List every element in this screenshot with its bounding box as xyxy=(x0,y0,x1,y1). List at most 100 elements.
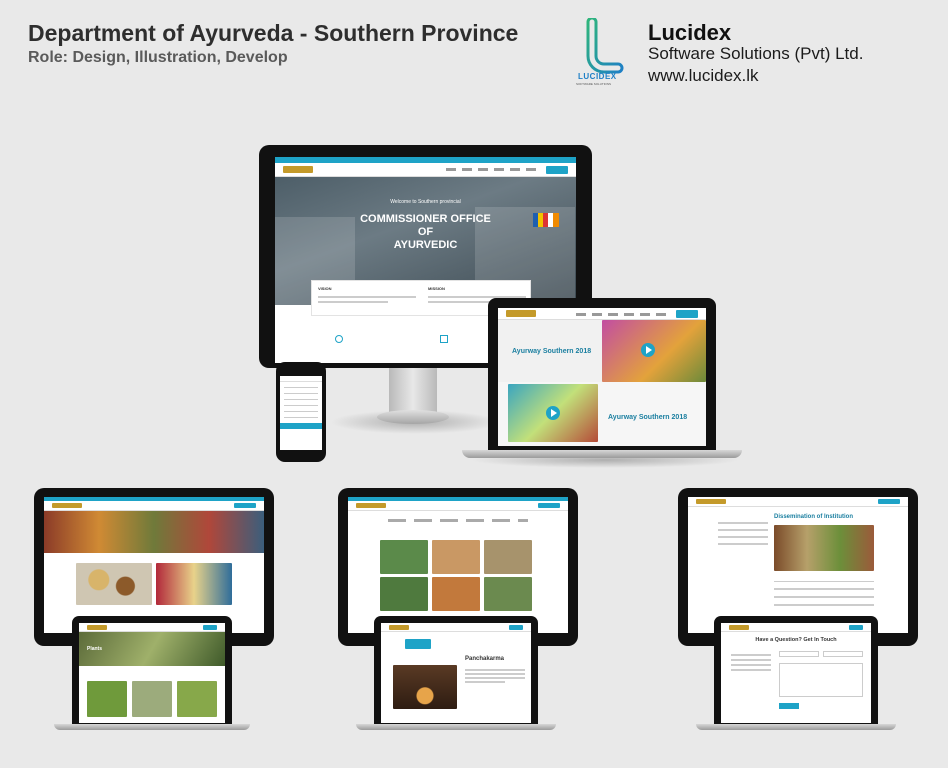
phone-menu-item[interactable] xyxy=(284,393,318,394)
play-icon[interactable] xyxy=(641,343,655,357)
panchakarma-text xyxy=(465,667,525,685)
monitor-left-screen xyxy=(44,497,264,633)
event-image[interactable] xyxy=(156,563,232,605)
plant-image-3[interactable] xyxy=(177,681,217,717)
site-logo[interactable] xyxy=(729,625,749,630)
logo-text: LUCIDEX xyxy=(578,72,617,81)
mission-title: MISSION xyxy=(428,286,445,291)
phone-menu-item[interactable] xyxy=(284,387,318,388)
phone-device xyxy=(276,362,326,462)
site-navbar xyxy=(348,501,568,511)
hero-welcome: Welcome to Southern provincial xyxy=(390,199,461,205)
lucidex-logo-icon xyxy=(586,16,624,74)
play-icon[interactable] xyxy=(546,406,560,420)
news-title-2[interactable]: Ayurway Southern 2018 xyxy=(608,414,687,421)
gallery-filter-tabs[interactable] xyxy=(388,519,528,522)
name-field[interactable] xyxy=(779,651,819,657)
hero-line-1: COMMISSIONER OFFICE xyxy=(360,213,491,225)
gallery-photo[interactable] xyxy=(380,577,428,611)
phone-menu-active[interactable] xyxy=(280,423,322,429)
hero-line-2: OF xyxy=(417,226,434,238)
contact-button[interactable] xyxy=(546,166,568,174)
macbook-main-screen: Ayurway Southern 2018 Ayurway Southern 2… xyxy=(498,308,706,446)
news-title-1[interactable]: Ayurway Southern 2018 xyxy=(512,348,591,355)
contact-button[interactable] xyxy=(538,503,560,508)
news-row-2: Ayurway Southern 2018 xyxy=(498,382,706,446)
contact-button[interactable] xyxy=(849,625,863,630)
vision-title: VISION xyxy=(318,286,332,291)
contact-button[interactable] xyxy=(203,625,217,630)
brand-url: www.lucidex.lk xyxy=(648,66,759,85)
site-navbar xyxy=(44,501,264,511)
phone-menu-item[interactable] xyxy=(284,405,318,406)
site-logo[interactable] xyxy=(87,625,107,630)
site-logo[interactable] xyxy=(696,499,726,504)
phone-menu-item[interactable] xyxy=(284,411,318,412)
laptop-middle-base xyxy=(356,724,556,730)
nav-links[interactable] xyxy=(446,168,536,171)
service-icon-1 xyxy=(335,335,343,343)
nav-links[interactable] xyxy=(576,313,666,316)
site-navbar xyxy=(688,497,908,507)
laptop-left-screen: Plants xyxy=(79,623,225,723)
phone-menu-item[interactable] xyxy=(284,399,318,400)
service-icon-2 xyxy=(440,335,448,343)
contact-details xyxy=(731,651,771,674)
news-row-1: Ayurway Southern 2018 xyxy=(498,320,706,382)
macbook-main-base xyxy=(462,450,742,458)
site-logo[interactable] xyxy=(389,625,409,630)
panchakarma-heading: Panchakarma xyxy=(465,656,505,662)
site-navbar xyxy=(721,623,871,632)
treatment-tab-active[interactable] xyxy=(405,639,431,649)
site-logo[interactable] xyxy=(356,503,386,508)
laptop-right-screen: Have a Question? Get In Touch xyxy=(721,623,871,723)
site-logo[interactable] xyxy=(52,503,82,508)
plants-label: Plants xyxy=(87,646,103,652)
page-title: Department of Ayurveda - Southern Provin… xyxy=(28,20,519,46)
contact-button[interactable] xyxy=(676,310,698,318)
site-logo[interactable] xyxy=(506,310,536,317)
send-button[interactable] xyxy=(779,703,799,709)
email-field[interactable] xyxy=(823,651,863,657)
contact-button[interactable] xyxy=(234,503,256,508)
vision-text xyxy=(312,293,422,306)
imac-foot xyxy=(377,410,449,424)
contact-heading: Have a Question? Get In Touch xyxy=(755,637,837,643)
laptop-left-base xyxy=(54,724,250,730)
phone-header xyxy=(280,376,322,382)
institution-collage[interactable] xyxy=(774,525,874,571)
laptop-left-device: Plants xyxy=(72,616,232,724)
panchakarma-image[interactable] xyxy=(393,665,457,709)
laptop-middle-device: Panchakarma xyxy=(374,616,538,724)
brand-name: Lucidex xyxy=(648,20,732,45)
gallery-photo[interactable] xyxy=(484,540,532,574)
lucidex-logo: LUCIDEX SOFTWARE SOLUTIONS xyxy=(576,16,626,88)
message-field[interactable] xyxy=(779,663,863,697)
hero-line-3: AYURVEDIC xyxy=(393,239,458,251)
contact-button[interactable] xyxy=(509,625,523,630)
brand-subtitle: Software Solutions (Pvt) Ltd. xyxy=(648,44,864,63)
laptop-right-base xyxy=(696,724,896,730)
plant-image-2[interactable] xyxy=(132,681,172,717)
macbook-main-device: Ayurway Southern 2018 Ayurway Southern 2… xyxy=(488,298,716,450)
herbs-image[interactable] xyxy=(76,563,152,605)
gallery-photo[interactable] xyxy=(432,577,480,611)
dissemination-heading: Dissemination of Institution xyxy=(774,514,853,520)
logo-tagline: SOFTWARE SOLUTIONS xyxy=(576,82,612,86)
site-navbar xyxy=(79,623,225,632)
site-logo[interactable] xyxy=(283,166,313,173)
imac-stand xyxy=(389,366,437,414)
gallery-photo[interactable] xyxy=(484,577,532,611)
plant-image-1[interactable] xyxy=(87,681,127,717)
plants-banner: Plants xyxy=(79,632,225,666)
laptop-right-device: Have a Question? Get In Touch xyxy=(714,616,878,724)
laptop-middle-screen: Panchakarma xyxy=(381,623,531,723)
monitor-right-screen: Dissemination of Institution xyxy=(688,497,908,633)
contact-button[interactable] xyxy=(878,499,900,504)
gallery-photo[interactable] xyxy=(432,540,480,574)
phone-menu-item[interactable] xyxy=(284,417,318,418)
phone-screen xyxy=(280,376,322,450)
gallery-photo[interactable] xyxy=(380,540,428,574)
side-menu[interactable] xyxy=(718,517,768,550)
info-table xyxy=(774,581,874,621)
